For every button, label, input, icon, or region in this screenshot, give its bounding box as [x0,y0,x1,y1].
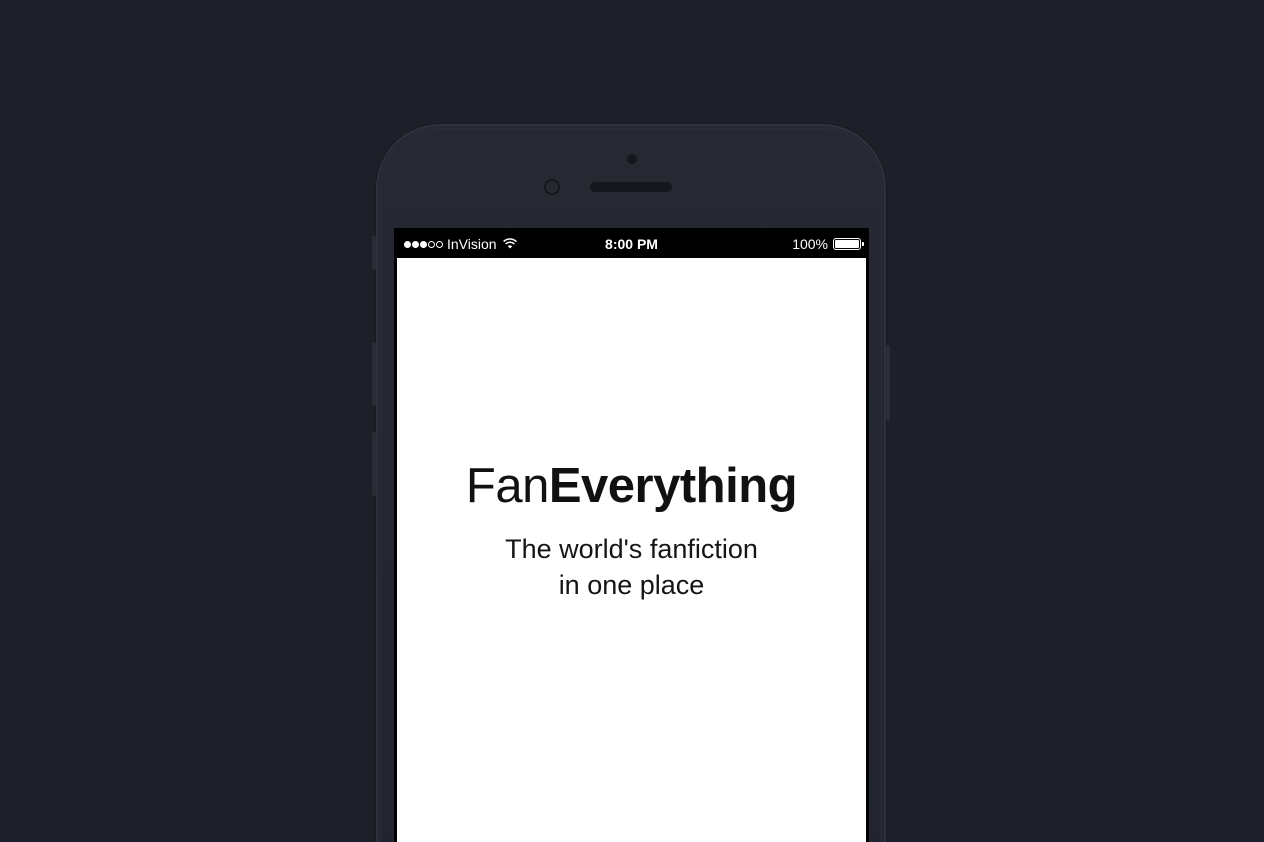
tagline-line-2: in one place [558,570,705,600]
app-logo-wordmark: FanEverything [397,458,866,514]
splash-screen: FanEverything The world's fanfiction in … [397,258,866,842]
volume-up-button [372,342,376,406]
brand-prefix: Fan [465,459,549,513]
status-bar: InVision 8:00 PM 100% [394,228,869,258]
front-camera [544,179,560,195]
power-button [886,345,890,421]
mute-switch [372,236,376,270]
proximity-sensor [627,154,637,164]
battery-percent: 100% [792,236,828,252]
volume-down-button [372,432,376,496]
brand-suffix: Everything [548,459,798,513]
earpiece-speaker [590,182,672,192]
battery-icon [833,238,864,250]
tagline-line-1: The world's fanfiction [505,534,758,564]
phone-screen: InVision 8:00 PM 100% FanEverything The … [394,228,869,842]
status-bar-right: 100% [792,236,864,252]
canvas: InVision 8:00 PM 100% FanEverything The … [0,0,1264,842]
tagline: The world's fanfiction in one place [397,531,866,603]
